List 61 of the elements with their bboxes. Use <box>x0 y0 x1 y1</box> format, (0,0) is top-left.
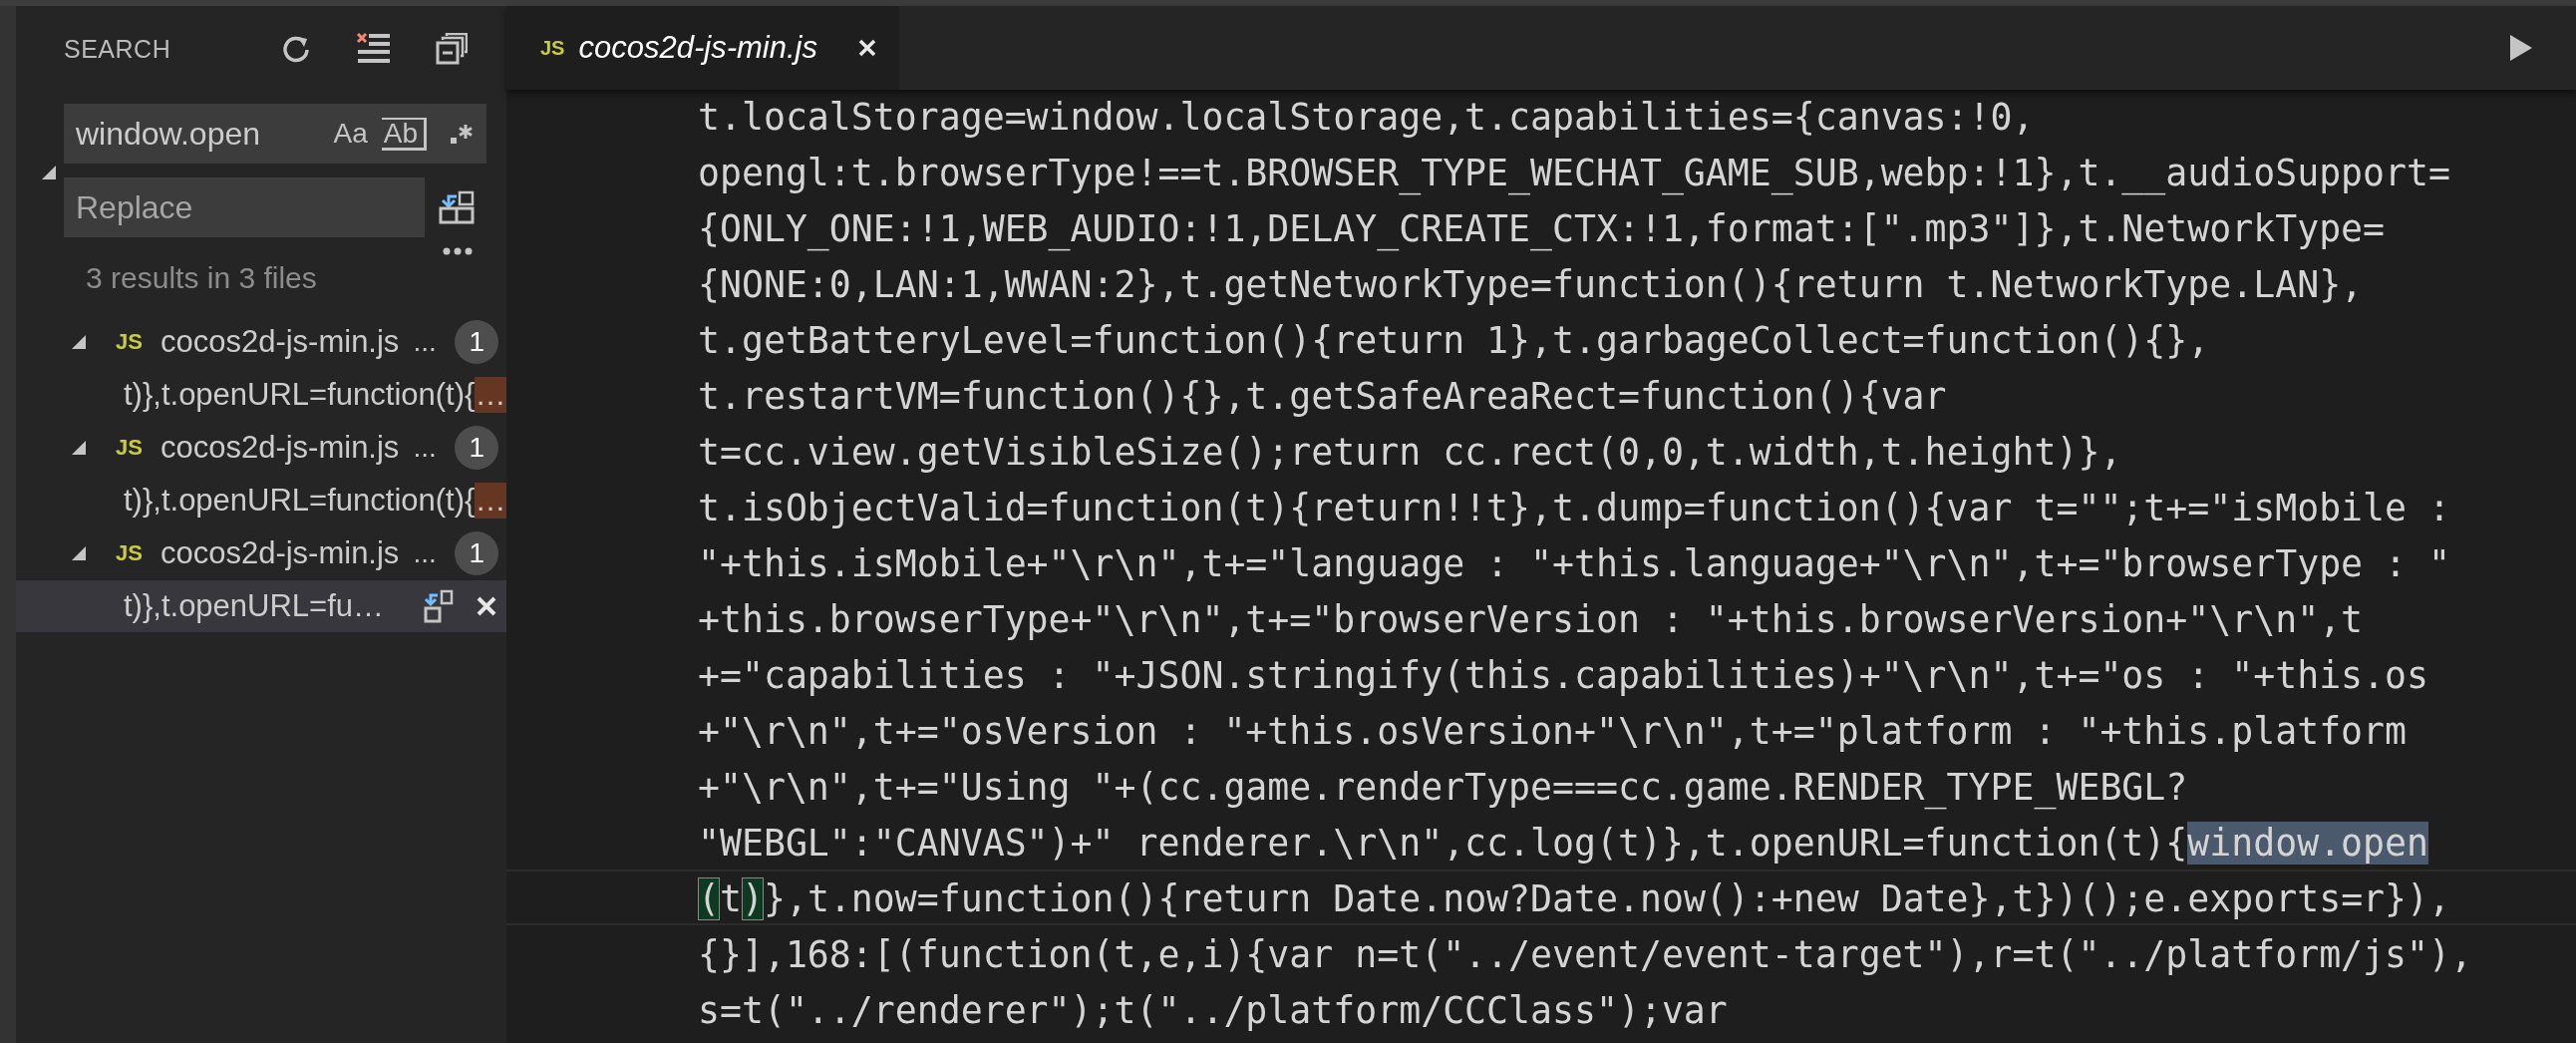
regex-icon[interactable] <box>451 123 473 145</box>
replace-field[interactable]: Replace <box>64 177 425 237</box>
whole-word-toggle[interactable]: Ab <box>381 117 427 151</box>
expand-triangle-icon[interactable] <box>72 441 86 455</box>
code-text: +this.browserType+"\r\n",t+="browserVersion : "+this.browserVersion+"\r\n",t <box>698 598 2364 641</box>
file-name[interactable]: cocos2d-js-min.js <box>160 324 400 360</box>
match-case-toggle[interactable]: Aa <box>333 118 368 150</box>
file-type-label: JS <box>116 329 143 355</box>
search-field[interactable]: window.open Aa Ab <box>64 104 486 164</box>
tab-title: cocos2d-js-min.js <box>578 30 817 66</box>
replace-all-icon[interactable] <box>439 190 475 224</box>
match-count-badge: 1 <box>455 531 499 575</box>
match-count-badge: 1 <box>455 320 499 364</box>
code-text: t.isObjectValid=function(t){return!!t},t.dump=function(){var t="";t+="isMobile : <box>698 487 2450 529</box>
close-icon[interactable] <box>856 38 877 58</box>
code-text: opengl:t.browserType!==t.BROWSER_TYPE_WECHAT_GAME_SUB,webp:!1},t.__audioSupport= <box>698 152 2450 194</box>
close-icon[interactable] <box>476 595 498 617</box>
results-summary: 3 results in 3 files <box>85 260 318 296</box>
file-path: ... <box>413 432 438 464</box>
file-path: ... <box>413 537 438 569</box>
search-match-highlight: window.open <box>2187 822 2429 865</box>
code-text: t.localStorage=window.localStorage,t.capabilities={canvas:!0, <box>698 96 2035 139</box>
replace-icon[interactable] <box>424 589 455 623</box>
code-text: +"\r\n",t+="Using "+(cc.game.renderType===cc.game.RENDER_TYPE_WEBGL? <box>698 766 2188 809</box>
bracket-match: ) <box>741 877 764 920</box>
file-type-label: JS <box>116 435 143 461</box>
expand-triangle-icon[interactable] <box>42 166 56 179</box>
more-icon[interactable] <box>443 247 473 255</box>
sidebar-title: SEARCH <box>64 34 171 64</box>
code-text: "+this.isMobile+"\r\n",t+="language : "+this.language+"\r\n",t+="browserType : " <box>698 542 2450 585</box>
code-text: {ONLY_ONE:!1,WEB_AUDIO:!1,DELAY_CREATE_CTX:!1,format:[".mp3"]},t.NetworkType= <box>698 207 2386 250</box>
file-path: ... <box>413 326 438 358</box>
code-text: {}],168:[(function(t,e,i){var n=t("../event/event-target"),r=t("../platform/js"), <box>698 933 2472 976</box>
code-text: t <box>720 877 742 920</box>
collapse-all-icon[interactable] <box>436 33 469 65</box>
bracket-match: ( <box>698 877 720 920</box>
code-text: t.getBatteryLevel=function(){return 1},t.garbageCollect=function(){}, <box>698 319 2210 362</box>
file-name[interactable]: cocos2d-js-min.js <box>160 535 400 571</box>
result-text[interactable]: t)},t.openURL=function(t){ <box>124 483 476 519</box>
result-match-highlight: … <box>475 483 506 519</box>
result-text[interactable]: t)},t.openURL=fu… <box>124 588 385 624</box>
match-count-badge: 1 <box>455 426 499 470</box>
code-text: s=t("../renderer");t("../platform/CCClass");var <box>698 989 1728 1032</box>
expand-triangle-icon[interactable] <box>72 335 86 349</box>
expand-triangle-icon[interactable] <box>72 546 86 560</box>
result-text[interactable]: t)},t.openURL=function(t){ <box>124 377 476 413</box>
code-text: {NONE:0,LAN:1,WWAN:2},t.getNetworkType=function(){return t.NetworkType.LAN}, <box>698 263 2364 306</box>
result-match-highlight: … <box>475 377 506 413</box>
clear-results-icon[interactable] <box>356 32 393 66</box>
run-icon[interactable] <box>2508 33 2534 63</box>
code-text: +="capabilities : "+JSON.stringify(this.capabilities)+"\r\n",t+="os : "+this.os <box>698 654 2428 697</box>
code-text: t.restartVM=function(){},t.getSafeAreaRect=function(){var <box>698 375 1947 418</box>
code-text: },t.now=function(){return Date.now?Date.now():+new Date},t})();e.exports=r}), <box>763 877 2451 920</box>
file-type-label: JS <box>116 540 143 566</box>
editor-tab[interactable]: JS cocos2d-js-min.js <box>506 6 899 90</box>
code-text: "WEBGL":"CANVAS")+" renderer.\r\n",cc.log(t)},t.openURL=function(t){ <box>698 822 2188 865</box>
code-text: +"\r\n",t+="osVersion : "+this.osVersion+"\r\n",t+="platform : "+this.platform <box>698 710 2408 753</box>
selected-result-row[interactable]: t)},t.openURL=fu… <box>16 580 506 632</box>
code-text: t=cc.view.getVisibleSize();return cc.rect(0,0,t.width,t.height)}, <box>698 431 2122 474</box>
file-name[interactable]: cocos2d-js-min.js <box>160 430 400 466</box>
file-type-label: JS <box>540 36 565 60</box>
